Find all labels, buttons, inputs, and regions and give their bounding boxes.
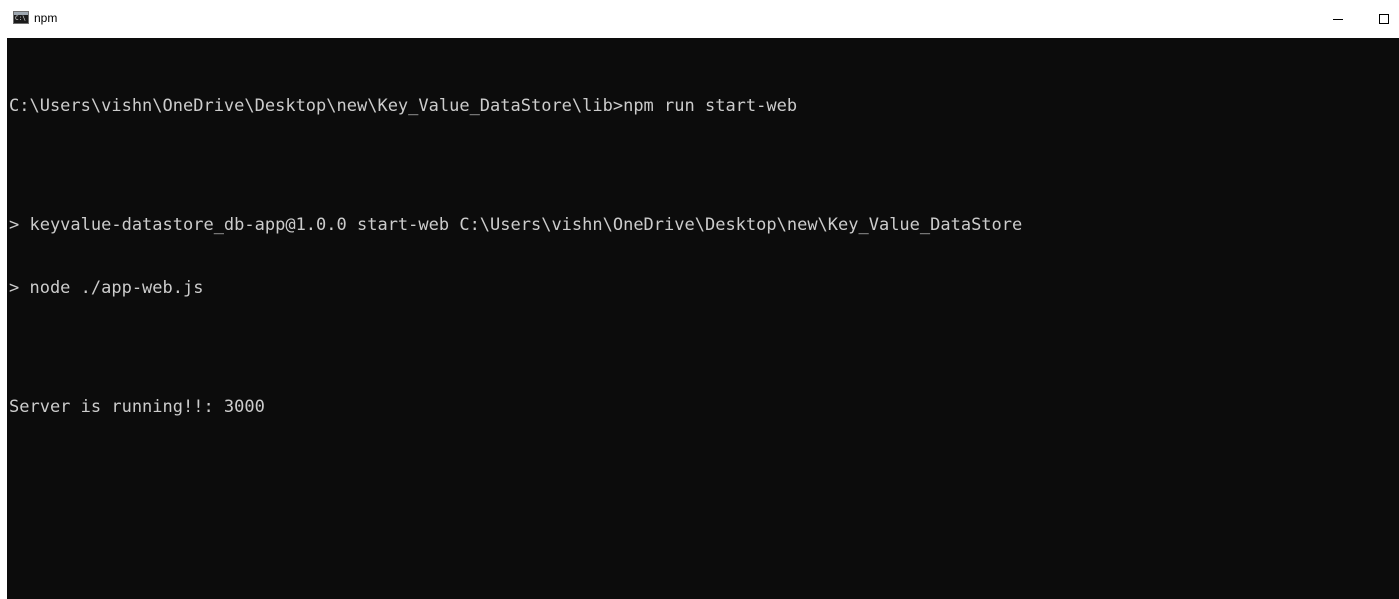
maximize-icon (1379, 14, 1389, 24)
title-bar[interactable]: C:\ npm (0, 0, 1399, 38)
console-line-server-status: Server is running!!: 3000 (9, 397, 265, 417)
console-line-command: C:\Users\vishn\OneDrive\Desktop\new\Key_… (9, 96, 798, 116)
console-line-node-run: > node ./app-web.js (9, 278, 204, 298)
window-title: npm (34, 11, 58, 25)
maximize-button[interactable] (1362, 0, 1399, 38)
window-left-border (0, 38, 7, 599)
minimize-button[interactable] (1316, 0, 1362, 38)
console-output[interactable]: C:\Users\vishn\OneDrive\Desktop\new\Key_… (9, 54, 1389, 594)
console-window: C:\ npm C:\Users\vishn\OneDrive\Desktop\… (0, 0, 1399, 599)
cmd-icon-glyph: C:\ (15, 15, 26, 22)
console-line-npm-script: > keyvalue-datastore_db-app@1.0.0 start-… (9, 215, 1023, 235)
minimize-icon (1333, 19, 1343, 20)
cmd-console-icon[interactable]: C:\ (13, 11, 29, 24)
